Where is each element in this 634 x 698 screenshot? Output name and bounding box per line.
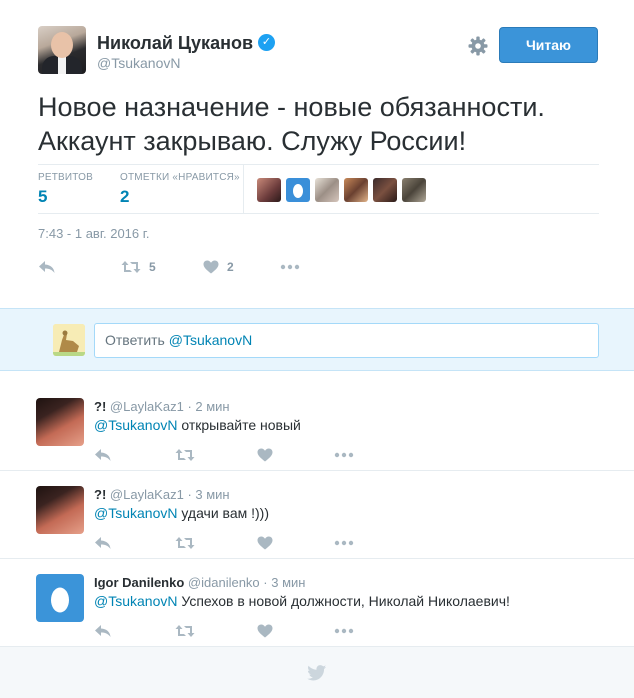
follow-button[interactable]: Читаю — [499, 27, 598, 63]
reply-placeholder-mention: @TsukanovN — [168, 332, 253, 348]
heart-icon — [257, 536, 273, 550]
more-button[interactable] — [280, 257, 300, 277]
engager-avatar-default[interactable] — [286, 178, 310, 202]
tweet-actions: 5 2 — [38, 257, 338, 277]
retweet-icon — [175, 537, 195, 549]
reply-mention[interactable]: @TsukanovN — [94, 417, 177, 433]
avatar-face-shape — [51, 32, 73, 58]
retweets-label: РЕТВИТОВ — [38, 172, 94, 183]
reply-time[interactable]: · 2 мин — [187, 399, 229, 414]
reply-tweet[interactable]: ?! @LaylaKaz1 · 3 мин @TsukanovN удачи в… — [0, 471, 634, 559]
reply-arrow-icon — [95, 537, 111, 549]
like-button[interactable] — [257, 621, 273, 641]
reply-author-name[interactable]: Igor Danilenko — [94, 575, 184, 590]
author-avatar[interactable] — [38, 26, 86, 74]
likes-label: ОТМЕТКИ «НРАВИТСЯ» — [120, 172, 240, 183]
reply-text: @TsukanovN Успехов в новой должности, Ни… — [94, 593, 510, 609]
retweet-icon — [121, 261, 141, 273]
reply-arrow-icon — [95, 449, 111, 461]
retweet-button[interactable] — [175, 533, 195, 553]
reply-button[interactable] — [38, 257, 56, 277]
reply-body: открывайте новый — [177, 417, 301, 433]
more-dots-icon — [334, 452, 354, 458]
twitter-bird-icon — [307, 665, 327, 686]
reply-actions — [94, 533, 374, 551]
retweet-count: 5 — [149, 260, 156, 274]
likes-count: 2 — [120, 187, 130, 206]
verified-badge-icon: ✓ — [258, 34, 275, 51]
likes-stat[interactable]: ОТМЕТКИ «НРАВИТСЯ» 2 — [120, 172, 240, 207]
reply-actions — [94, 445, 374, 463]
reply-author-handle[interactable]: @LaylaKaz1 — [110, 487, 184, 502]
more-dots-icon — [334, 628, 354, 634]
reply-header: ?! @LaylaKaz1 · 3 мин — [94, 487, 230, 502]
like-button[interactable] — [257, 445, 273, 465]
reply-composer: Ответить @TsukanovN — [0, 308, 634, 371]
engager-avatar[interactable] — [402, 178, 426, 202]
main-tweet: Николай Цуканов ✓ @TsukanovN Читаю Новое… — [0, 0, 634, 308]
heart-icon — [257, 624, 273, 638]
reply-text: @TsukanovN удачи вам !))) — [94, 505, 269, 521]
heart-icon — [203, 260, 219, 274]
heart-icon — [257, 448, 273, 462]
retweet-icon — [175, 625, 195, 637]
reply-input[interactable]: Ответить @TsukanovN — [94, 323, 599, 358]
more-button[interactable] — [334, 533, 354, 553]
tweet-text-line-2: Аккаунт закрываю. Служу России! — [38, 126, 467, 156]
more-dots-icon — [280, 264, 300, 270]
retweet-icon — [175, 449, 195, 461]
retweet-button[interactable] — [175, 445, 195, 465]
reply-author-name[interactable]: ?! — [94, 399, 106, 414]
gear-icon[interactable] — [466, 34, 490, 58]
reply-time[interactable]: · 3 мин — [187, 487, 229, 502]
tweet-timestamp[interactable]: 7:43 - 1 авг. 2016 г. — [38, 226, 150, 241]
tweet-stats: РЕТВИТОВ 5 ОТМЕТКИ «НРАВИТСЯ» 2 — [38, 164, 599, 214]
reply-arrow-icon — [39, 261, 55, 273]
reply-mention[interactable]: @TsukanovN — [94, 505, 177, 521]
reply-body: удачи вам !))) — [177, 505, 270, 521]
reply-arrow-icon — [95, 625, 111, 637]
reply-author-handle[interactable]: @idanilenko — [188, 575, 260, 590]
engager-avatar[interactable] — [344, 178, 368, 202]
reply-header: ?! @LaylaKaz1 · 2 мин — [94, 399, 230, 414]
footer — [0, 647, 634, 698]
reply-button[interactable] — [94, 533, 112, 553]
reply-avatar[interactable] — [36, 398, 84, 446]
engager-avatar[interactable] — [257, 178, 281, 202]
engager-avatar[interactable] — [373, 178, 397, 202]
reply-tweet[interactable]: ?! @LaylaKaz1 · 2 мин @TsukanovN открыва… — [0, 383, 634, 471]
more-button[interactable] — [334, 621, 354, 641]
more-button[interactable] — [334, 445, 354, 465]
more-dots-icon — [334, 540, 354, 546]
reply-mention[interactable]: @TsukanovN — [94, 593, 177, 609]
reply-tweet[interactable]: Igor Danilenko @idanilenko · 3 мин @Tsuk… — [0, 559, 634, 647]
reply-body: Успехов в новой должности, Николай Никол… — [177, 593, 510, 609]
reply-button[interactable] — [94, 621, 112, 641]
reply-placeholder-prefix: Ответить — [105, 332, 169, 348]
reply-avatar-default[interactable] — [36, 574, 84, 622]
stats-divider — [243, 165, 244, 214]
reply-actions — [94, 621, 374, 639]
retweet-button[interactable] — [175, 621, 195, 641]
reply-time[interactable]: · 3 мин — [263, 575, 305, 590]
tweet-text: Новое назначение - новые обязанности. Ак… — [38, 90, 598, 158]
author-handle[interactable]: @TsukanovN — [97, 55, 180, 71]
reply-author-handle[interactable]: @LaylaKaz1 — [110, 399, 184, 414]
engager-avatar[interactable] — [315, 178, 339, 202]
like-count: 2 — [227, 260, 234, 274]
like-button[interactable] — [257, 533, 273, 553]
reply-author-name[interactable]: ?! — [94, 487, 106, 502]
tweet-text-line-1: Новое назначение - новые обязанности. — [38, 92, 545, 122]
retweets-count: 5 — [38, 187, 48, 206]
retweets-stat[interactable]: РЕТВИТОВ 5 — [38, 172, 93, 207]
retweet-button[interactable]: 5 — [121, 257, 156, 277]
current-user-avatar[interactable] — [53, 324, 85, 356]
reply-avatar[interactable] — [36, 486, 84, 534]
reply-button[interactable] — [94, 445, 112, 465]
reply-header: Igor Danilenko @idanilenko · 3 мин — [94, 575, 305, 590]
author-name[interactable]: Николай Цуканов — [97, 33, 253, 54]
reply-text: @TsukanovN открывайте новый — [94, 417, 301, 433]
avatar-shirt-shape — [58, 56, 66, 74]
like-button[interactable]: 2 — [203, 257, 234, 277]
